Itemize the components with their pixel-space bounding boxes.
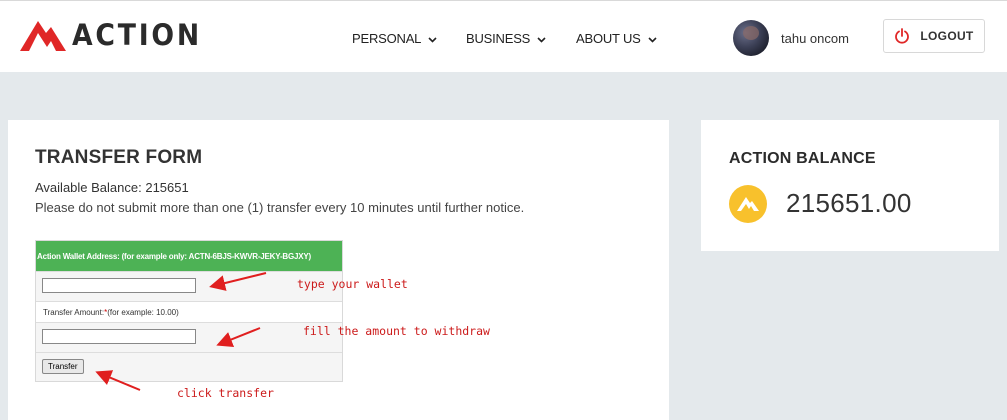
nav-item-personal[interactable]: PERSONAL — [352, 31, 437, 46]
logout-button[interactable]: LOGOUT — [883, 19, 985, 53]
chevron-down-icon — [537, 31, 546, 46]
coin-icon — [729, 185, 767, 223]
main-nav: PERSONAL BUSINESS ABOUT US — [0, 31, 1007, 51]
logout-label: LOGOUT — [920, 29, 974, 43]
nav-item-label: BUSINESS — [466, 31, 531, 46]
arrow-to-transfer-button — [95, 370, 141, 391]
nav-item-about-us[interactable]: ABOUT US — [576, 31, 657, 46]
nav-item-business[interactable]: BUSINESS — [466, 31, 546, 46]
balance-card: ACTION BALANCE 215651.00 — [701, 120, 999, 251]
amount-hint: fill the amount to withdraw — [303, 324, 490, 338]
transfer-card: TRANSFER FORM Available Balance: 215651 … — [8, 120, 669, 420]
mountain-icon — [737, 197, 759, 211]
arrow-to-wallet-input — [209, 272, 267, 291]
balance-value: 215651.00 — [786, 188, 912, 218]
avatar — [733, 20, 769, 56]
nav-item-label: ABOUT US — [576, 31, 641, 46]
wallet-hint: type your wallet — [297, 277, 408, 291]
annotation-arrows — [95, 272, 267, 391]
power-icon — [895, 28, 910, 44]
button-hint: click transfer — [177, 386, 274, 400]
user-menu[interactable]: tahu oncom — [733, 20, 849, 56]
top-header: ACTION PERSONAL BUSINESS ABOUT US tahu o… — [0, 0, 1007, 72]
chevron-down-icon — [648, 31, 657, 46]
balance-title: ACTION BALANCE — [729, 150, 876, 167]
chevron-down-icon — [428, 31, 437, 46]
nav-item-label: PERSONAL — [352, 31, 422, 46]
user-name: tahu oncom — [781, 30, 849, 46]
arrow-to-amount-input — [216, 327, 261, 347]
